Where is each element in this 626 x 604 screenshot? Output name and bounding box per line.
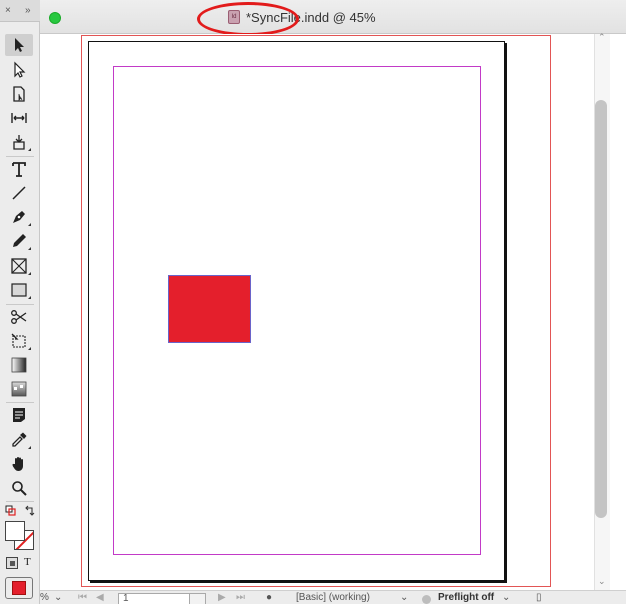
flyout-indicator — [28, 296, 31, 299]
hand-icon — [12, 457, 23, 471]
zoom-icon — [12, 481, 27, 496]
vertical-scrollbar[interactable]: ⌃ ⌄ — [594, 32, 610, 590]
zoom-level[interactable]: % — [40, 592, 49, 603]
note-tool[interactable] — [5, 404, 33, 426]
red-rectangle-frame[interactable] — [168, 275, 251, 343]
window-zoom-button[interactable] — [49, 12, 61, 24]
direct-selection-tool[interactable] — [5, 59, 33, 81]
last-page-icon[interactable]: ⏭ — [236, 592, 245, 603]
content-collector-tool[interactable] — [5, 131, 33, 153]
indesign-window: × » T Id *SyncFile.indd @ 45% ⌃ ⌄ % ⌄ ⏮ … — [0, 0, 626, 604]
transform-icon — [11, 333, 26, 348]
color-swatch-red — [12, 581, 26, 595]
page-icon — [13, 86, 25, 102]
tools-panel-header: × » — [0, 0, 40, 22]
frame-icon — [11, 258, 27, 274]
tool-divider — [6, 402, 34, 403]
zoom-tool[interactable] — [5, 477, 33, 499]
flyout-indicator — [28, 223, 31, 226]
rectangle-frame-tool[interactable] — [5, 255, 33, 277]
feather-icon — [11, 381, 27, 397]
formatting-container-button[interactable] — [6, 557, 18, 569]
preflight-profile[interactable]: [Basic] (working) — [296, 592, 370, 603]
next-page-icon[interactable]: ▶ — [218, 592, 226, 603]
panel-collapse-icon[interactable]: » — [25, 5, 31, 16]
tool-divider — [6, 304, 34, 305]
gradient-feather-tool[interactable] — [5, 378, 33, 400]
fill-swatch[interactable] — [5, 521, 25, 541]
arrow-hollow-icon — [14, 61, 26, 78]
page-options-icon[interactable]: ● — [266, 592, 272, 603]
annotation-circle — [197, 2, 299, 36]
gap-icon — [11, 113, 27, 123]
hand-tool[interactable] — [5, 453, 33, 475]
pasteboard[interactable] — [40, 34, 594, 590]
document-page[interactable] — [88, 41, 505, 581]
eyedropper-icon — [12, 432, 27, 447]
eyedropper-tool[interactable] — [5, 429, 33, 451]
first-page-icon[interactable]: ⏮ — [78, 592, 87, 603]
flyout-indicator — [28, 272, 31, 275]
document-titlebar: Id *SyncFile.indd @ 45% — [40, 0, 626, 36]
type-tool[interactable] — [5, 158, 33, 180]
scroll-down-icon[interactable]: ⌄ — [598, 576, 606, 587]
flyout-indicator — [28, 148, 31, 151]
scroll-up-icon[interactable]: ⌃ — [598, 32, 606, 43]
rectangle-icon — [11, 283, 27, 297]
swap-fill-stroke-icon[interactable] — [24, 504, 36, 516]
note-icon — [13, 408, 25, 422]
preflight-dropdown-icon[interactable]: ⌄ — [502, 592, 510, 603]
panel-close-icon[interactable]: × — [5, 5, 11, 16]
pencil-tool[interactable] — [5, 230, 33, 252]
formatting-text-button[interactable]: T — [24, 556, 31, 568]
free-transform-tool[interactable] — [5, 330, 33, 352]
pencil-icon — [13, 234, 26, 247]
tool-divider — [6, 501, 34, 502]
page-number-field[interactable]: 1 — [118, 593, 190, 604]
arrow-solid-icon — [15, 38, 24, 52]
type-icon — [12, 162, 26, 177]
flyout-indicator — [28, 247, 31, 250]
line-tool[interactable] — [5, 182, 33, 204]
collector-icon — [13, 135, 25, 150]
page-tool[interactable] — [5, 83, 33, 105]
rectangle-tool[interactable] — [5, 279, 33, 301]
gap-tool[interactable] — [5, 107, 33, 129]
status-bar: % ⌄ ⏮ ◀ 1 ▶ ⏭ ● [Basic] (working) ⌄ Pref… — [40, 590, 626, 604]
scissors-icon — [11, 310, 27, 324]
apply-color-button[interactable] — [5, 577, 33, 599]
page-dropdown-button[interactable] — [190, 593, 206, 604]
split-window-icon[interactable]: ▯ — [536, 592, 542, 603]
tools-panel: × » T — [0, 0, 40, 604]
previous-page-icon[interactable]: ◀ — [96, 592, 104, 603]
default-fill-stroke-icon[interactable] — [5, 504, 17, 516]
flyout-indicator — [28, 446, 31, 449]
selection-tool[interactable] — [5, 34, 33, 56]
gradient-icon — [11, 357, 27, 373]
scroll-thumb[interactable] — [595, 100, 607, 518]
container-icon — [9, 560, 15, 566]
preflight-status-icon — [422, 595, 431, 604]
line-icon — [12, 186, 26, 200]
scissors-tool[interactable] — [5, 306, 33, 328]
pen-icon — [13, 211, 25, 223]
zoom-dropdown-icon[interactable]: ⌄ — [54, 592, 62, 603]
preflight-status[interactable]: Preflight off — [438, 592, 494, 603]
gradient-swatch-tool[interactable] — [5, 354, 33, 376]
pen-tool[interactable] — [5, 206, 33, 228]
tool-divider — [6, 156, 34, 157]
flyout-indicator — [28, 347, 31, 350]
profile-dropdown-icon[interactable]: ⌄ — [400, 592, 408, 603]
